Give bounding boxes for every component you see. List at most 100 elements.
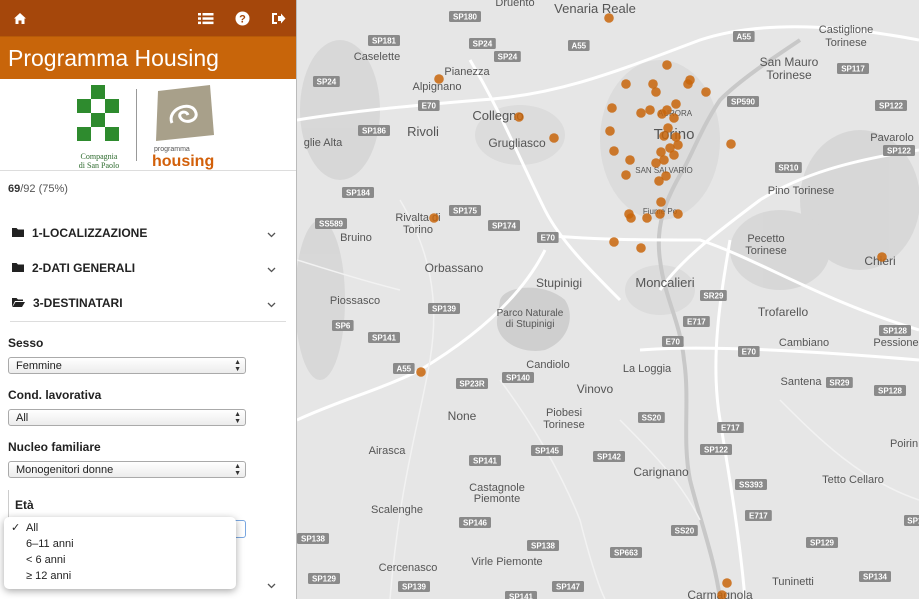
svg-text:SP122: SP122 bbox=[704, 445, 729, 454]
map-place-label: Tuninetti bbox=[772, 576, 814, 588]
svg-text:SP186: SP186 bbox=[362, 126, 387, 135]
map-marker[interactable] bbox=[604, 13, 614, 23]
svg-text:SP138: SP138 bbox=[301, 534, 326, 543]
svg-text:SS393: SS393 bbox=[739, 480, 764, 489]
map-place-label: Torino bbox=[403, 224, 433, 236]
svg-text:SP181: SP181 bbox=[372, 36, 397, 45]
road-shield: A55 bbox=[733, 31, 755, 42]
map-marker[interactable] bbox=[877, 252, 887, 262]
map-marker[interactable] bbox=[514, 112, 524, 122]
road-shield: SP663 bbox=[610, 547, 642, 558]
eta-option[interactable]: ≥ 12 anni bbox=[4, 568, 236, 584]
map-marker[interactable] bbox=[701, 87, 711, 97]
svg-text:SS589: SS589 bbox=[319, 219, 344, 228]
map-marker[interactable] bbox=[655, 209, 665, 219]
eta-option[interactable]: ✓ All bbox=[4, 520, 236, 536]
map-marker[interactable] bbox=[605, 126, 615, 136]
map-marker[interactable] bbox=[683, 79, 693, 89]
question-circle-icon[interactable]: ? bbox=[232, 8, 252, 28]
map-place-label: Orbassano bbox=[425, 261, 484, 275]
map-marker[interactable] bbox=[642, 213, 652, 223]
map-place-label: Torinese bbox=[766, 68, 812, 82]
svg-text:SP146: SP146 bbox=[463, 518, 488, 527]
road-shield: SP138 bbox=[527, 540, 559, 551]
cond-select[interactable]: All ▲ ▼ bbox=[8, 409, 246, 426]
folder-icon bbox=[12, 226, 24, 240]
map-marker[interactable] bbox=[549, 133, 559, 143]
road-shield: E70 bbox=[418, 100, 440, 111]
map-place-label: Bruino bbox=[340, 232, 372, 244]
map-marker[interactable] bbox=[722, 578, 732, 588]
svg-text:E717: E717 bbox=[721, 423, 740, 432]
map-marker[interactable] bbox=[607, 103, 617, 113]
home-icon[interactable] bbox=[10, 8, 30, 28]
map-marker[interactable] bbox=[673, 209, 683, 219]
map-marker[interactable] bbox=[671, 132, 681, 142]
svg-text:SP663: SP663 bbox=[614, 548, 639, 557]
folder-open-icon bbox=[12, 296, 25, 310]
map-marker[interactable] bbox=[662, 105, 672, 115]
road-shield: SP1 bbox=[904, 515, 919, 526]
road-shield: SP24 bbox=[469, 38, 496, 49]
svg-text:SP139: SP139 bbox=[402, 582, 427, 591]
map-marker[interactable] bbox=[416, 367, 426, 377]
map-marker[interactable] bbox=[636, 108, 646, 118]
map-place-label: Castiglione bbox=[819, 24, 873, 36]
road-shield: SP180 bbox=[449, 11, 481, 22]
map[interactable]: Venaria Reale Caselette Pianezza Alpignano S… bbox=[297, 0, 919, 599]
map-marker[interactable] bbox=[662, 60, 672, 70]
map-place-label: Torinese bbox=[543, 419, 585, 431]
map-marker[interactable] bbox=[669, 113, 679, 123]
map-marker[interactable] bbox=[645, 105, 655, 115]
svg-text:SP129: SP129 bbox=[312, 574, 337, 583]
map-place-label: Stupinigi bbox=[536, 276, 582, 290]
road-shield: SP23R bbox=[456, 378, 488, 389]
chevron-down-icon bbox=[267, 297, 276, 311]
map-marker[interactable] bbox=[625, 155, 635, 165]
map-marker[interactable] bbox=[654, 176, 664, 186]
map-marker[interactable] bbox=[673, 140, 683, 150]
map-place-label: Moncalieri bbox=[635, 275, 694, 290]
svg-text:SP128: SP128 bbox=[883, 326, 908, 335]
map-marker[interactable] bbox=[651, 158, 661, 168]
map-marker[interactable] bbox=[651, 87, 661, 97]
logos: Compagnia di San Paolo programma housing bbox=[0, 79, 296, 171]
nucleo-select[interactable]: Monogenitori donne ▲ ▼ bbox=[8, 461, 246, 478]
select-arrows-icon: ▲ ▼ bbox=[234, 463, 241, 477]
map-marker[interactable] bbox=[609, 146, 619, 156]
sesso-value: Femmine bbox=[16, 359, 62, 372]
section-destinatari[interactable]: 3-DESTINATARI bbox=[0, 285, 296, 320]
eta-option[interactable]: 6–11 anni bbox=[4, 536, 236, 552]
map-place-label: Grugliasco bbox=[488, 136, 546, 150]
map-place-label: Poirin bbox=[890, 438, 918, 450]
road-shield: E717 bbox=[745, 510, 772, 521]
map-marker[interactable] bbox=[671, 99, 681, 109]
sign-out-icon[interactable] bbox=[268, 8, 288, 28]
map-marker[interactable] bbox=[434, 74, 444, 84]
svg-text:SP129: SP129 bbox=[810, 538, 835, 547]
svg-text:SR29: SR29 bbox=[829, 378, 850, 387]
map-marker[interactable] bbox=[656, 197, 666, 207]
map-marker[interactable] bbox=[659, 131, 669, 141]
map-marker[interactable] bbox=[429, 213, 439, 223]
map-canvas[interactable]: Venaria RealeCaselettePianezzaAlpignanoS… bbox=[297, 0, 919, 599]
sesso-select[interactable]: Femmine ▲ ▼ bbox=[8, 357, 246, 374]
svg-text:SP141: SP141 bbox=[509, 592, 534, 599]
svg-text:SP24: SP24 bbox=[317, 77, 337, 86]
option-label: All bbox=[26, 522, 39, 534]
map-marker[interactable] bbox=[621, 170, 631, 180]
map-marker[interactable] bbox=[609, 237, 619, 247]
map-marker[interactable] bbox=[626, 213, 636, 223]
road-shield: SP175 bbox=[449, 205, 481, 216]
map-place-label: Venaria Reale bbox=[554, 1, 636, 16]
svg-text:SP6: SP6 bbox=[335, 321, 351, 330]
section-localizzazione[interactable]: 1-LOCALIZZAZIONE bbox=[0, 215, 296, 250]
eta-option[interactable]: < 6 anni bbox=[4, 552, 236, 568]
section-dati-generali[interactable]: 2-DATI GENERALI bbox=[0, 250, 296, 285]
map-marker[interactable] bbox=[669, 150, 679, 160]
map-marker[interactable] bbox=[621, 79, 631, 89]
map-marker[interactable] bbox=[636, 243, 646, 253]
map-place-label: Carignano bbox=[633, 465, 689, 479]
map-marker[interactable] bbox=[726, 139, 736, 149]
list-icon[interactable] bbox=[196, 8, 216, 28]
